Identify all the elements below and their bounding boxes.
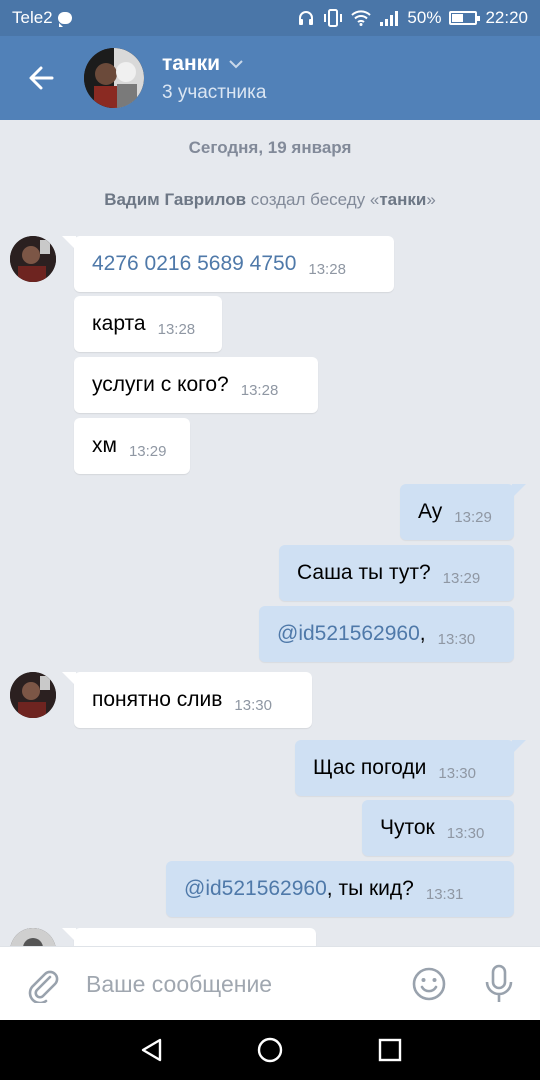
- message-time: 13:28: [240, 381, 279, 399]
- wifi-icon: [351, 10, 372, 26]
- sender-avatar[interactable]: [10, 236, 56, 282]
- service-close: »: [426, 190, 436, 209]
- vibrate-icon: [324, 9, 343, 27]
- service-chat-name: танки: [379, 190, 427, 209]
- message-time: 13:28: [308, 260, 346, 278]
- message-bubble-outgoing[interactable]: Ау 13:29: [400, 484, 526, 540]
- message-text: понятно слив: [92, 688, 223, 711]
- back-button[interactable]: [22, 58, 62, 98]
- battery-percent: 50%: [407, 8, 442, 27]
- service-author[interactable]: Вадим Гаврилов: [104, 190, 246, 209]
- message-time: 13:28: [157, 320, 196, 338]
- composer: [0, 946, 540, 1020]
- system-nav-bar: [0, 1020, 540, 1080]
- clock: 22:20: [485, 8, 528, 27]
- nav-recents-button[interactable]: [376, 1036, 404, 1064]
- message-text: услуги с кого?: [92, 373, 229, 396]
- message-bubble-incoming[interactable]: 4276 0216 5689 4750 13:28: [62, 236, 394, 292]
- nav-home-button[interactable]: [256, 1036, 284, 1064]
- signal-icon: [380, 11, 399, 26]
- emoji-button[interactable]: [410, 965, 448, 1003]
- smiley-icon: [412, 967, 446, 1001]
- message-time: 13:31: [425, 885, 464, 903]
- message-time: 13:30: [438, 764, 476, 782]
- sender-avatar[interactable]: [10, 672, 56, 718]
- message-time: 13:30: [234, 696, 272, 714]
- message-time: 13:30: [437, 630, 476, 648]
- message-bubble-outgoing[interactable]: @id521562960, ты кид? 13:31: [166, 861, 514, 917]
- message-time: 13:29: [442, 569, 481, 587]
- paperclip-icon: [28, 970, 59, 1005]
- message-bubble-incoming[interactable]: услуги с кого? 13:28: [74, 357, 318, 413]
- message-text: , ты кид?: [326, 877, 414, 900]
- sender-avatar[interactable]: [10, 928, 56, 946]
- message-text: Щас погоди: [313, 756, 427, 779]
- microphone-icon: [485, 964, 513, 1002]
- message-notification-icon: [57, 12, 72, 27]
- message-bubble-incoming[interactable]: карта 13:28: [74, 296, 222, 352]
- circle-home-icon: [257, 1037, 283, 1063]
- service-message: Вадим Гаврилов создал беседу «танки»: [0, 190, 540, 210]
- mention-link[interactable]: @id521562960: [277, 622, 420, 646]
- message-input[interactable]: [86, 961, 386, 1007]
- message-time: 13:29: [454, 508, 492, 526]
- carrier-label: Tele2: [12, 8, 53, 27]
- message-bubble-incoming[interactable]: хм 13:29: [74, 418, 190, 474]
- message-text: Саша ты тут?: [297, 561, 431, 584]
- chat-header: танки 3 участника: [0, 36, 540, 120]
- attach-button[interactable]: [24, 965, 62, 1005]
- message-bubble-outgoing[interactable]: @id521562960, 13:30: [259, 606, 514, 662]
- arrow-left-icon: [29, 66, 54, 90]
- nav-back-button[interactable]: [138, 1036, 166, 1064]
- date-separator: Сегодня, 19 января: [188, 138, 352, 157]
- voice-message-button[interactable]: [482, 963, 516, 1005]
- message-time: 13:29: [128, 442, 167, 460]
- message-bubble-incoming[interactable]: [62, 928, 316, 946]
- message-feed[interactable]: Сегодня, 19 января Вадим Гаврилов создал…: [0, 120, 540, 946]
- battery-icon: [449, 11, 481, 25]
- message-text: Чуток: [380, 816, 435, 839]
- mention-link[interactable]: @id521562960: [184, 877, 327, 901]
- message-text[interactable]: 4276 0216 5689 4750: [92, 252, 296, 276]
- chat-title[interactable]: танки: [162, 52, 244, 76]
- message-time: 13:30: [446, 824, 485, 842]
- message-text: ,: [419, 622, 426, 645]
- chevron-down-icon: [229, 60, 243, 69]
- square-recents-icon: [378, 1038, 402, 1062]
- headphones-icon: [299, 11, 314, 25]
- message-bubble-outgoing[interactable]: Чуток 13:30: [362, 800, 514, 856]
- service-action: создал беседу «: [246, 190, 380, 209]
- message-bubble-incoming[interactable]: понятно слив 13:30: [62, 672, 312, 728]
- chat-avatar[interactable]: [84, 48, 144, 108]
- chat-title-text: танки: [162, 52, 221, 75]
- message-bubble-outgoing[interactable]: Щас погоди 13:30: [295, 740, 526, 796]
- triangle-back-icon: [141, 1038, 162, 1062]
- chat-members-count: 3 участника: [162, 82, 267, 103]
- message-text: карта: [92, 312, 146, 335]
- message-text: Ау: [418, 500, 443, 523]
- status-bar: Tele2 50% 22:20: [0, 0, 540, 36]
- message-bubble-outgoing[interactable]: Саша ты тут? 13:29: [279, 545, 514, 601]
- message-text: хм: [92, 434, 117, 457]
